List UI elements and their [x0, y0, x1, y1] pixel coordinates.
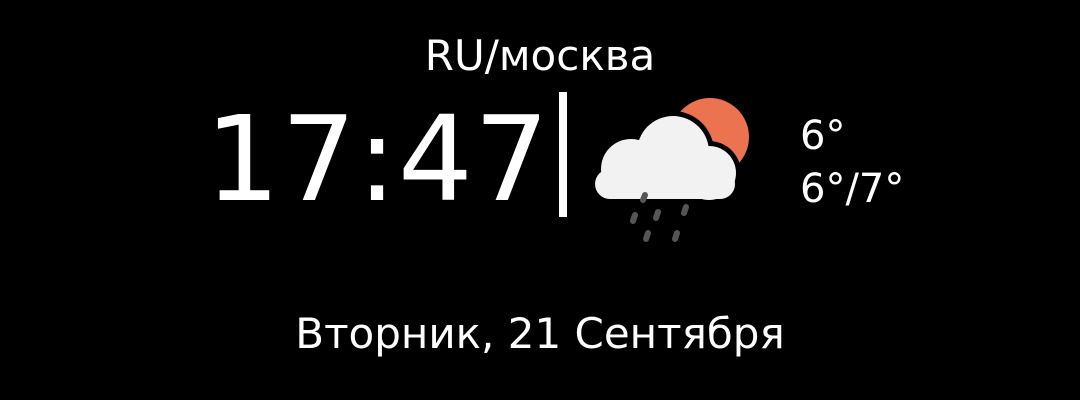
temperature-range: 6°/7°	[800, 166, 905, 212]
location-label: RU/москва	[424, 31, 656, 80]
cloud-sun-rain-icon	[588, 92, 753, 252]
current-temperature: 6°	[800, 113, 846, 159]
clock-weather-screen: RU/москва 17:47 6° 6°/7° Вторник, 21 Сен…	[0, 0, 1080, 400]
temperature-block: 6° 6°/7°	[800, 110, 904, 216]
date-label: Вторник, 21 Сентября	[295, 309, 785, 358]
clock-time: 17:47	[205, 90, 551, 228]
vertical-divider	[559, 92, 567, 217]
